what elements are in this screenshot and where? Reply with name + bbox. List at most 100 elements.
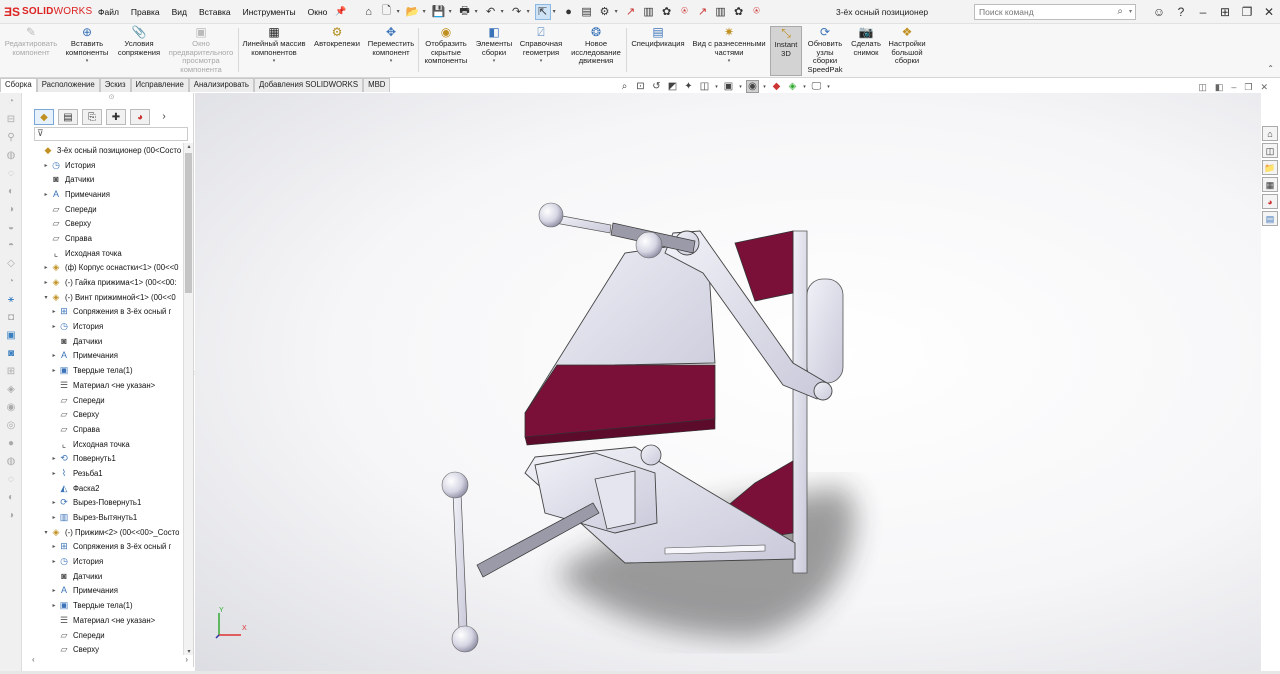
expand-arrow-icon[interactable]: ▸ — [42, 279, 50, 286]
tab-mbd[interactable]: MBD — [363, 78, 391, 92]
expand-arrow-icon[interactable]: ▸ — [50, 499, 58, 506]
tree-item[interactable]: ▸ ⊞ Сопряжения в 3-ёх осный г — [30, 305, 182, 320]
chevron-down-icon[interactable]: ▾ — [449, 8, 455, 15]
expand-arrow-icon[interactable]: ▸ — [42, 162, 50, 169]
chevron-down-icon[interactable]: ▾ — [762, 84, 767, 90]
tool-p-icon[interactable]: ⊞ — [0, 363, 22, 381]
tree-item[interactable]: ◙ Датчики — [30, 569, 182, 584]
smart-fasteners-button[interactable]: ⚙ Автокрепежи — [310, 26, 364, 49]
edit-appearance-icon[interactable]: ◆ — [770, 81, 783, 92]
tab-evaluate[interactable]: Исправление — [130, 78, 189, 92]
tree-item[interactable]: ⌞ Исходная точка — [30, 246, 182, 261]
expand-arrow-icon[interactable]: ▾ — [42, 294, 50, 301]
tree-item[interactable]: ▸ ◈ (ф) Корпус оснастки<1> (00<<0 — [30, 261, 182, 276]
tool-t-icon[interactable]: ● — [0, 435, 22, 453]
search-icon[interactable]: ⌕ — [1117, 6, 1123, 17]
tool-g-icon[interactable]: ◑ — [0, 201, 22, 219]
tree-item[interactable]: ◆ 3-ёх осный позиционер (00<Состо — [30, 143, 182, 158]
tab-assembly[interactable]: Сборка — [0, 78, 37, 92]
print-icon[interactable]: 🖶 — [457, 4, 473, 20]
library-b-icon[interactable]: ▥ — [713, 4, 729, 20]
scroll-left-icon[interactable]: ‹ — [32, 655, 35, 664]
tool-c-icon[interactable]: ⚲ — [0, 129, 22, 147]
tree-item[interactable]: ▸ ◈ (-) Гайка прижима<1> (00<<00: — [30, 275, 182, 290]
close-icon[interactable]: ✕ — [1258, 5, 1280, 19]
search-commands-input[interactable]: Поиск команд ⌕ ▾ — [974, 4, 1136, 20]
property-manager-tab-icon[interactable]: ▤ — [58, 109, 78, 125]
mate-button[interactable]: 📎 Условия сопряжения — [114, 26, 164, 57]
view-orientation-icon[interactable]: ◫ — [698, 81, 711, 92]
menu-window[interactable]: Окно — [302, 7, 334, 17]
pdf-icon[interactable]: ⍟ — [677, 4, 693, 20]
tool-j-icon[interactable]: ◇ — [0, 255, 22, 273]
expand-arrow-icon[interactable]: ▸ — [42, 191, 50, 198]
pdf-b-icon[interactable]: ⍟ — [749, 4, 765, 20]
motion-study-button[interactable]: ❂ Новое исследование движения — [568, 26, 624, 66]
tree-item[interactable]: ▸ ⟲ Повернуть1 — [30, 451, 182, 466]
menu-file[interactable]: Файл — [92, 7, 125, 17]
open-icon[interactable]: 📂 — [405, 4, 421, 20]
exploded-view-button[interactable]: ✷ Вид с разнесенными частями ▾ — [690, 26, 768, 66]
chevron-down-icon[interactable]: ▾ — [738, 84, 743, 90]
show-hidden-button[interactable]: ◉ Отобразить скрытые компоненты — [420, 26, 472, 66]
tree-item[interactable]: ☰ Материал <не указан> — [30, 378, 182, 393]
tool-e-icon[interactable]: ◌ — [0, 165, 22, 183]
save-icon[interactable]: 💾 — [431, 4, 447, 20]
design-library-icon[interactable]: ◫ — [1262, 143, 1278, 158]
viewport-minimize-icon[interactable]: – — [1231, 82, 1236, 93]
tree-item[interactable]: ☰ Материал <не указан> — [30, 613, 182, 628]
tool-i-icon[interactable]: ◓ — [0, 237, 22, 255]
tree-item[interactable]: ▱ Справа — [30, 422, 182, 437]
render-b-icon[interactable]: ✿ — [731, 4, 747, 20]
tree-item[interactable]: ⌞ Исходная точка — [30, 437, 182, 452]
bom-button[interactable]: ▤ Спецификация — [628, 26, 688, 49]
menu-edit[interactable]: Правка — [125, 7, 166, 17]
expand-arrow-icon[interactable]: ▸ — [50, 543, 58, 550]
snapshot-button[interactable]: 📷 Сделать снимок — [848, 26, 884, 57]
chevron-down-icon[interactable]: ▾ — [714, 84, 719, 90]
graphics-area[interactable]: X Y — [195, 93, 1261, 674]
home-icon[interactable]: ⌂ — [361, 4, 377, 20]
tree-item[interactable]: ▱ Спереди — [30, 628, 182, 643]
collapse-ribbon-icon[interactable]: ⌃ — [1267, 64, 1274, 73]
chevron-down-icon[interactable]: ▾ — [690, 57, 768, 66]
insert-components-button[interactable]: ⊕ Вставить компоненты ▾ — [62, 26, 112, 66]
viewport-tile-icon[interactable]: ◧ — [1215, 82, 1224, 93]
chevron-down-icon[interactable]: ▾ — [62, 57, 112, 66]
redo-icon[interactable]: ↷ — [509, 4, 525, 20]
tab-layout[interactable]: Расположение — [36, 78, 100, 92]
tile-icon[interactable]: ⊞ — [1214, 5, 1236, 19]
expand-arrow-icon[interactable]: ▾ — [42, 529, 50, 536]
appearances-icon[interactable]: ◕ — [1262, 194, 1278, 209]
tool-h-icon[interactable]: ◒ — [0, 219, 22, 237]
reference-geometry-button[interactable]: ⍁ Справочная геометрия ▾ — [516, 26, 566, 66]
expand-arrow-icon[interactable]: ▸ — [50, 367, 58, 374]
expand-arrow-icon[interactable]: ▸ — [50, 308, 58, 315]
assembly-features-button[interactable]: ◧ Элементы сборки ▾ — [474, 26, 514, 66]
tab-sketch[interactable]: Эскиз — [99, 78, 131, 92]
chevron-down-icon[interactable]: ▾ — [802, 84, 807, 90]
scroll-down-icon[interactable]: ▾ — [184, 648, 194, 655]
tree-item[interactable]: ▱ Спереди — [30, 202, 182, 217]
custom-properties-icon[interactable]: ▤ — [1262, 211, 1278, 226]
tree-item[interactable]: ▾ ◈ (-) Прижим<2> (00<<00>_Состо — [30, 525, 182, 540]
panel-handle-icon[interactable]: ⊙ — [30, 93, 193, 105]
undo-icon[interactable]: ↶ — [483, 4, 499, 20]
preview-window-button[interactable]: ▣ Окно предварительного просмотра компоне… — [166, 26, 236, 74]
filter-icon[interactable]: ⊽ — [34, 127, 188, 141]
tab-addins[interactable]: Добавления SOLIDWORKS — [254, 78, 364, 92]
expand-arrow-icon[interactable]: ▸ — [50, 470, 58, 477]
tool-w-icon[interactable]: ◐ — [0, 489, 22, 507]
tree-item[interactable]: ◭ Фаска2 — [30, 481, 182, 496]
expand-arrow-icon[interactable]: ▸ — [50, 323, 58, 330]
chevron-down-icon[interactable]: ▾ — [615, 8, 621, 15]
dynamic-annotation-icon[interactable]: ✦ — [682, 81, 695, 92]
expand-arrow-icon[interactable]: ▸ — [50, 558, 58, 565]
feature-tree-hscrollbar[interactable]: ‹ › — [32, 655, 188, 665]
instant3d-button[interactable]: ⤡ Instant 3D — [770, 26, 802, 76]
display-manager-tab-icon[interactable]: ◕ — [130, 109, 150, 125]
tool-b-icon[interactable]: ⊟ — [0, 111, 22, 129]
section-view-icon[interactable]: ◩ — [666, 81, 679, 92]
feature-tree-scrollbar[interactable]: ▴ ▾ — [183, 143, 193, 655]
scroll-right-icon[interactable]: › — [185, 655, 188, 664]
